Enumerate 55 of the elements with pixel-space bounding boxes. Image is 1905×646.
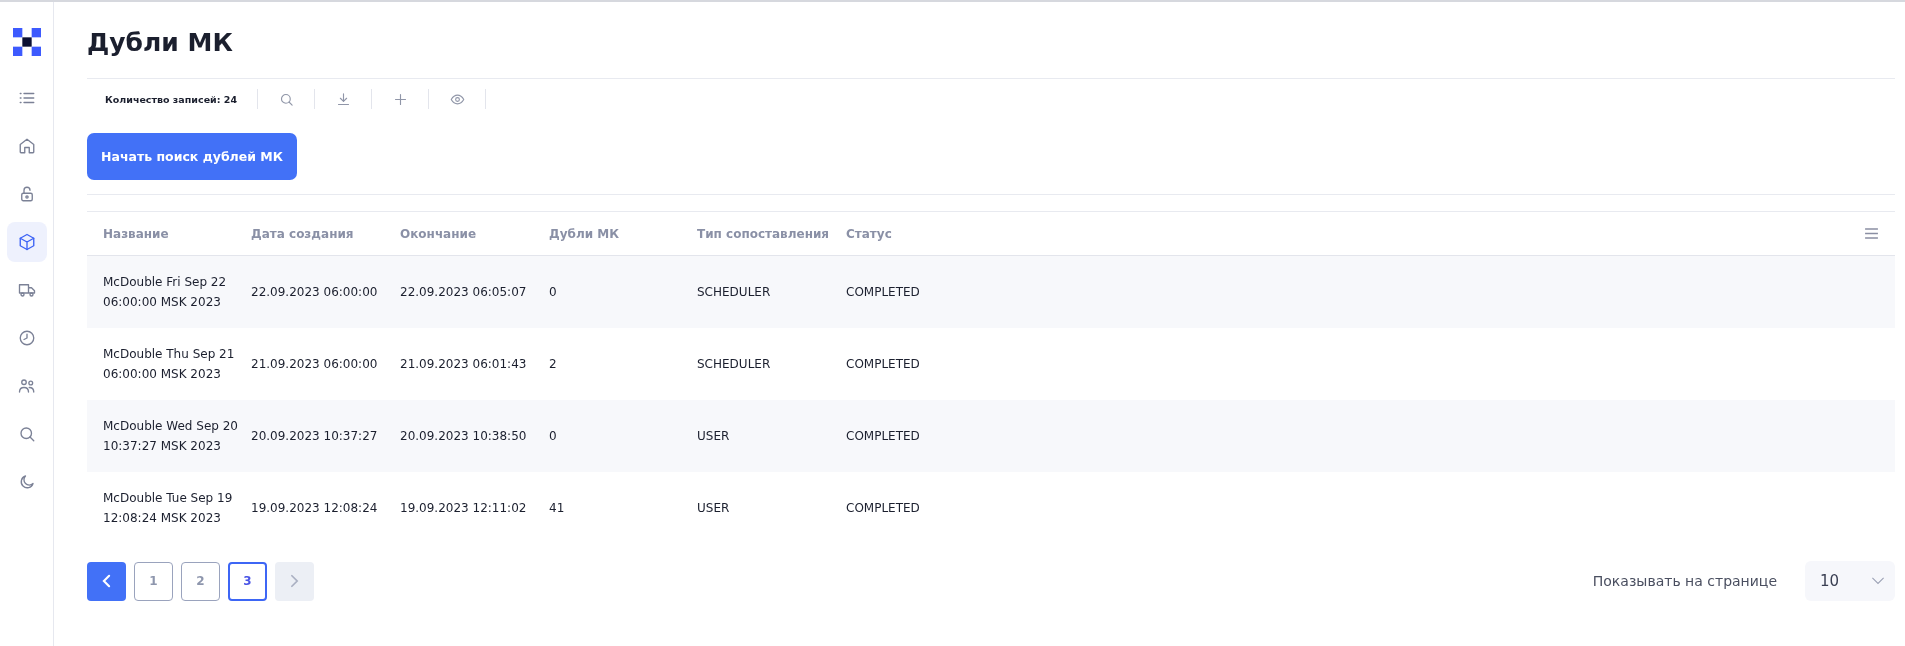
- table-cell-text: McDouble Tue Sep 19 12:08:24 MSK 2023: [103, 490, 234, 527]
- page-button[interactable]: 3: [228, 561, 267, 601]
- table-cell-text: COMPLETED: [846, 500, 921, 517]
- page-size-label: Показывать на странице: [1592, 573, 1777, 589]
- table-cell-text: 21.09.2023 06:00:00: [251, 356, 379, 373]
- logo-icon: [12, 28, 41, 56]
- users-icon: [17, 377, 36, 395]
- eye-icon: [449, 91, 465, 107]
- chevron-right-icon: [290, 574, 299, 588]
- cube-icon: [17, 233, 36, 251]
- table-cell-text: 2: [549, 356, 558, 373]
- truck-icon: [17, 281, 36, 299]
- table-cell-text: McDouble Fri Sep 22 06:00:00 MSK 2023: [103, 274, 228, 311]
- chevron-left-icon: [102, 574, 111, 588]
- table-cell-text: USER: [697, 428, 731, 445]
- table-cell-text: 22.09.2023 06:05:07: [400, 284, 528, 301]
- table-cell-text: 22.09.2023 06:00:00: [251, 284, 379, 301]
- table-cell-text: McDouble Thu Sep 21 06:00:00 MSK 2023: [103, 346, 236, 383]
- table-cell-text: 19.09.2023 12:11:02: [400, 500, 528, 517]
- table-cell-text: 0: [549, 428, 558, 445]
- table-cell-text: COMPLETED: [846, 284, 921, 301]
- start-search-button[interactable]: Начать поиск дублей МК: [87, 133, 297, 180]
- table-cell-text: 20.09.2023 10:37:27: [251, 428, 379, 445]
- search-icon: [17, 425, 36, 443]
- column-header: Название: [103, 225, 170, 243]
- table-cell-text: USER: [697, 500, 731, 517]
- sidebar-item[interactable]: [6, 222, 47, 262]
- chevron-down-icon: [1871, 577, 1885, 585]
- column-header: Дата создания: [251, 225, 355, 243]
- menu-icon[interactable]: [1864, 228, 1879, 239]
- table-cell-text: COMPLETED: [846, 356, 921, 373]
- table-cell-text: COMPLETED: [846, 428, 921, 445]
- download-icon: [335, 91, 351, 107]
- plus-icon: [392, 91, 408, 107]
- column-header: Тип сопоставления: [697, 225, 831, 243]
- page-title: Дубли МК: [87, 28, 1895, 79]
- search-icon: [278, 91, 294, 107]
- clock-icon: [17, 329, 36, 347]
- record-count: Количество записей: 24: [105, 93, 238, 105]
- home-icon: [17, 137, 36, 155]
- table-cell-text: 41: [549, 500, 566, 517]
- table-cell-text: 21.09.2023 06:01:43: [400, 356, 528, 373]
- column-header: Дубли МК: [549, 225, 620, 243]
- table-cell-text: McDouble Wed Sep 20 10:37:27 MSK 2023: [103, 418, 239, 455]
- page-button[interactable]: 1: [134, 561, 173, 601]
- table-cell-text: 19.09.2023 12:08:24: [251, 500, 379, 517]
- column-header: Статус: [846, 225, 893, 243]
- column-header: Окончание: [400, 225, 478, 243]
- table-cell-text: 0: [549, 284, 558, 301]
- table-cell-text: SCHEDULER: [697, 284, 772, 301]
- page-button[interactable]: 2: [181, 561, 220, 601]
- previous-page-button[interactable]: [87, 561, 126, 601]
- page-size-select[interactable]: 10: [1805, 561, 1895, 601]
- table-cell-text: 20.09.2023 10:38:50: [400, 428, 528, 445]
- table-cell-text: SCHEDULER: [697, 356, 772, 373]
